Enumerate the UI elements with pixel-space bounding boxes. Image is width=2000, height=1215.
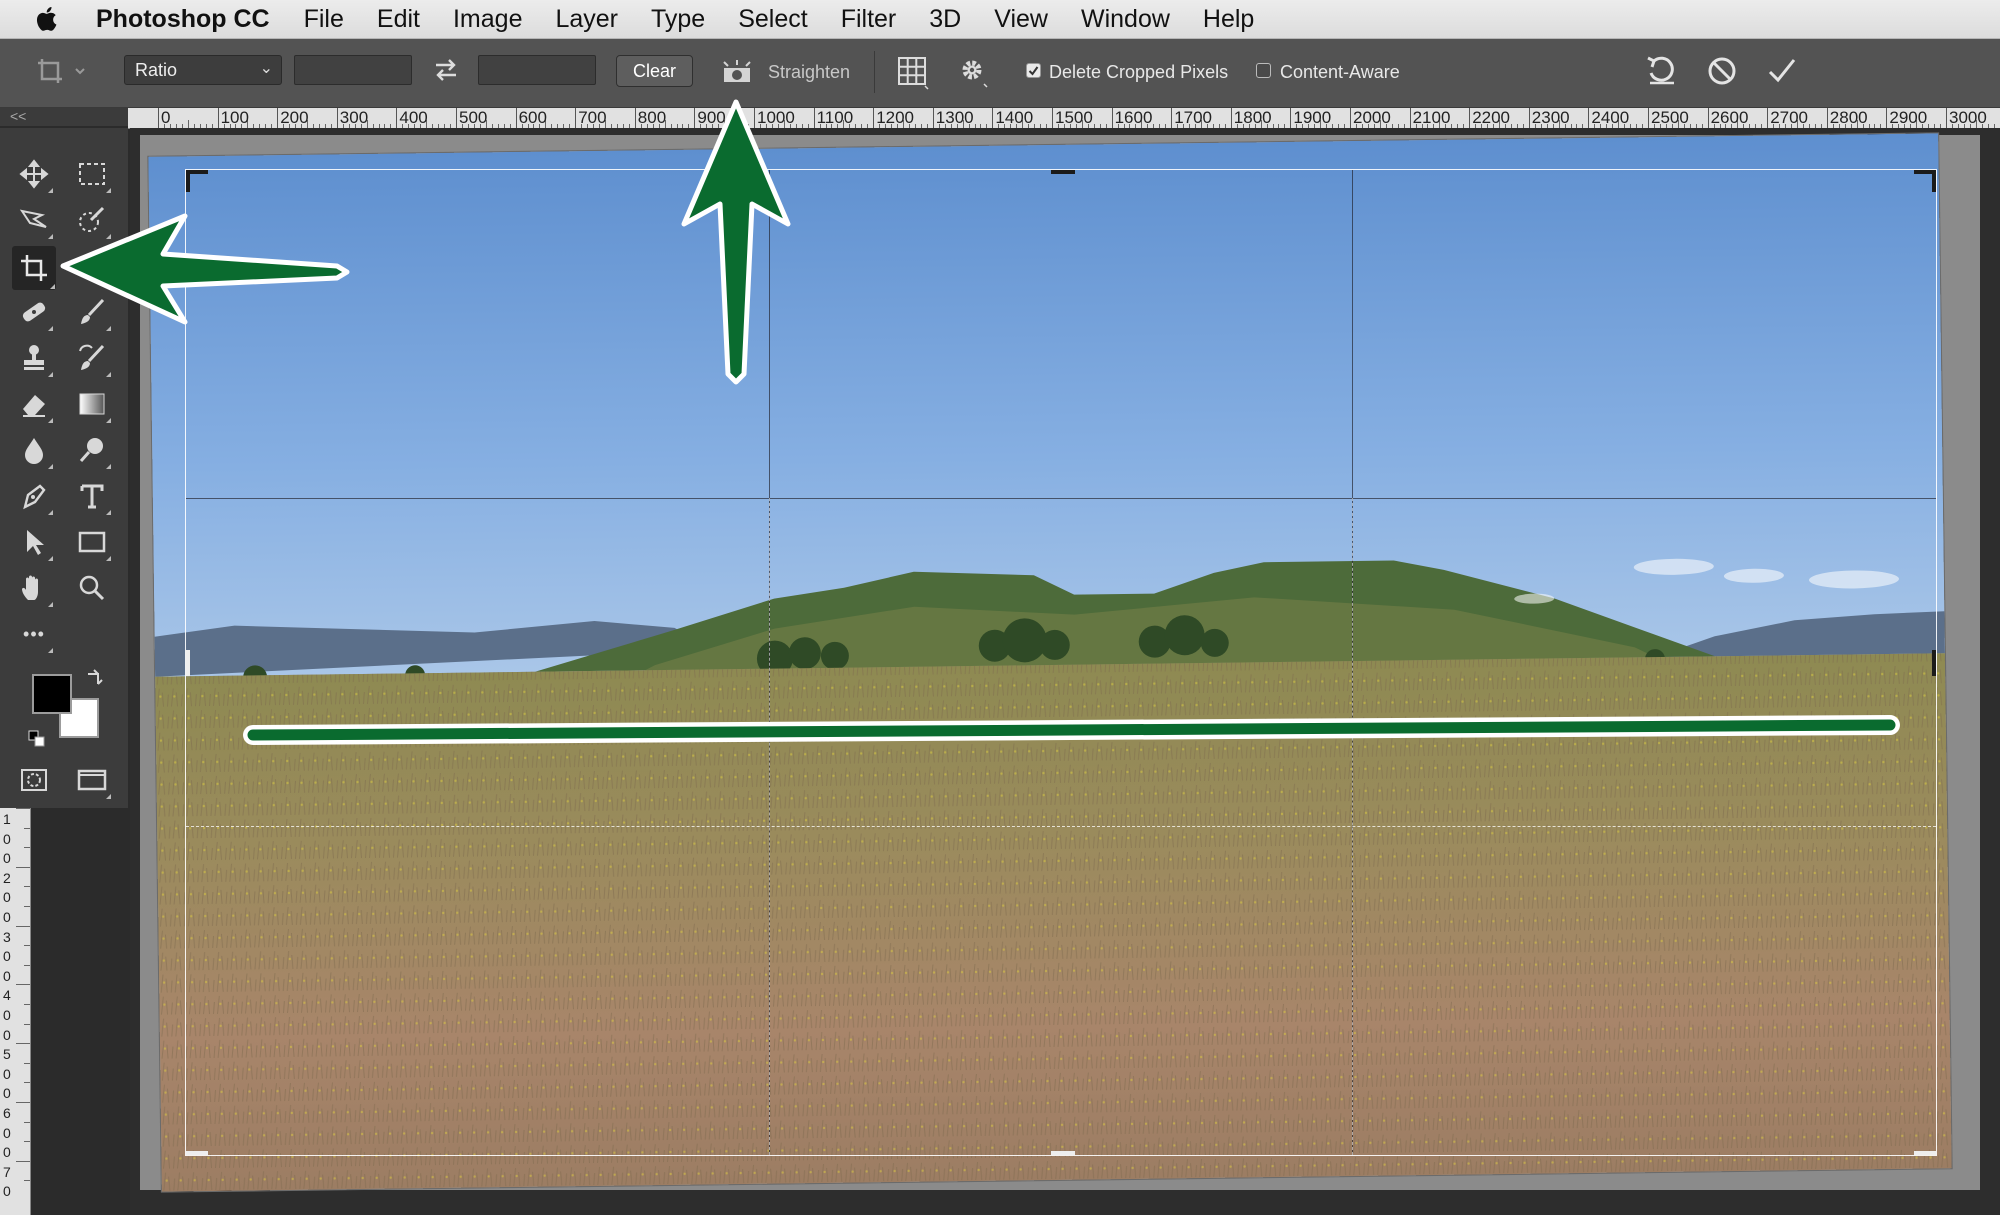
arrow-up-icon [681,99,791,385]
straighten-horizon-line [243,715,1900,745]
foreground-color-swatch[interactable] [32,674,72,714]
arrow-left-icon [60,213,350,325]
